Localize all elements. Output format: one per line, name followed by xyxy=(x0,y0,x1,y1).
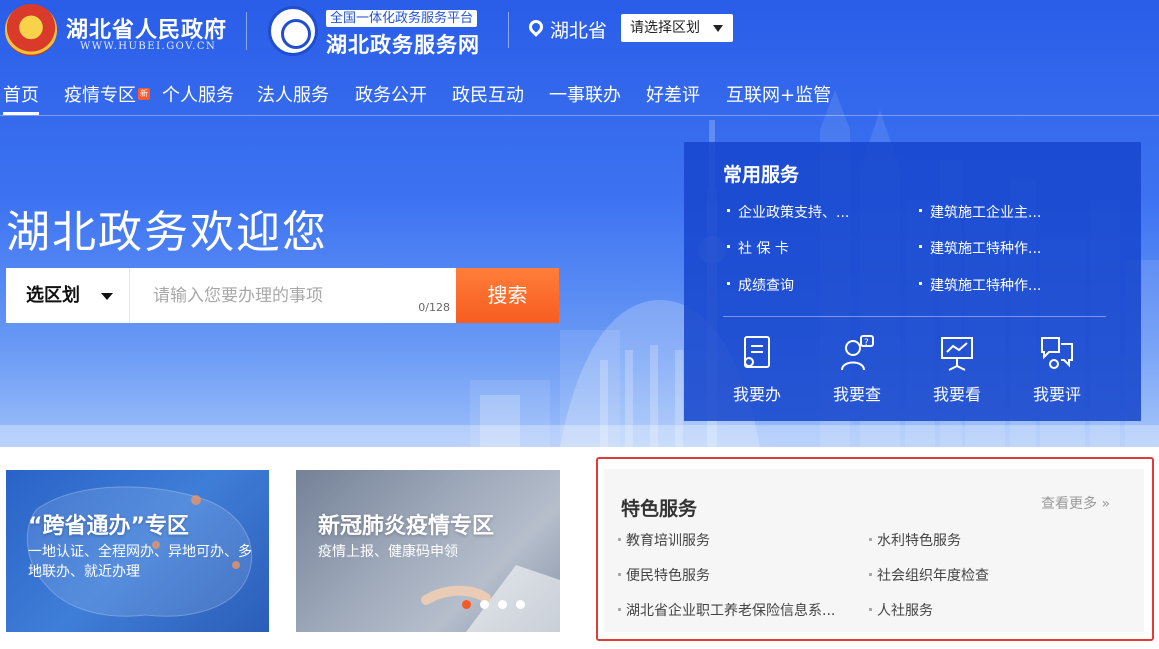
search-box: 选区划 0/128 xyxy=(6,268,456,323)
caret-down-icon xyxy=(101,293,113,300)
review-icon xyxy=(1041,337,1073,369)
common-services-panel: 常用服务 企业政策支持、... 建筑施工企业主... 社 保 卡 建筑施工特种作… xyxy=(684,142,1141,421)
nav-item-epidemic[interactable]: 疫情专区 xyxy=(64,81,136,107)
handle-icon xyxy=(744,336,770,368)
inquiry-icon: ? xyxy=(841,335,874,371)
platform-subtitle: 全国一体化政务服务平台 xyxy=(326,10,478,27)
cross-province-card[interactable]: “跨省通办”专区 一地认证、全程网办、异地可办、多地联办、就近办理 xyxy=(6,470,269,632)
action-handle-button[interactable]: 我要办 xyxy=(722,334,792,404)
featured-service-link[interactable]: 教育培训服务 xyxy=(618,530,710,550)
search-button[interactable]: 搜索 xyxy=(456,268,559,323)
common-service-link[interactable]: 建筑施工特种作... xyxy=(918,275,1041,295)
common-service-link[interactable]: 建筑施工特种作... xyxy=(918,238,1041,258)
featured-service-link[interactable]: 便民特色服务 xyxy=(618,565,710,585)
search-region-select[interactable]: 选区划 xyxy=(6,268,130,323)
action-review-button[interactable]: 我要评 xyxy=(1022,334,1092,404)
featured-service-link[interactable]: 人社服务 xyxy=(869,600,933,620)
search-char-count: 0/128 xyxy=(418,301,450,314)
new-badge: 新 xyxy=(138,88,150,100)
search-region-label: 选区划 xyxy=(26,285,80,306)
gov-url: WWW.HUBEI.GOV.CN xyxy=(80,41,217,52)
action-view-label: 我要看 xyxy=(932,385,981,404)
carousel-dot[interactable] xyxy=(516,600,525,609)
action-review-label: 我要评 xyxy=(1032,385,1081,404)
header-divider xyxy=(246,12,247,50)
common-service-link[interactable]: 成绩查询 xyxy=(727,275,794,295)
action-view-button[interactable]: 我要看 xyxy=(922,334,992,404)
national-emblem-icon xyxy=(5,4,57,56)
view-more-link[interactable]: 查看更多 » xyxy=(1041,493,1110,513)
action-handle-label: 我要办 xyxy=(732,385,781,404)
action-inquiry-button[interactable]: ? 我要查 xyxy=(822,334,892,404)
site-header: 湖北省人民政府 WWW.HUBEI.GOV.CN 全国一体化政务服务平台 湖北政… xyxy=(0,0,1159,59)
nav-item-home[interactable]: 首页 xyxy=(3,81,39,115)
presentation-icon xyxy=(941,337,973,371)
common-service-link[interactable]: 企业政策支持、... xyxy=(726,202,849,222)
cross-province-desc: 一地认证、全程网办、异地可办、多地联办、就近办理 xyxy=(28,544,252,580)
main-nav: 首页 疫情专区 新 个人服务 法人服务 政务公开 政民互动 一事联办 好差评 互… xyxy=(0,78,1159,116)
nav-item-rating[interactable]: 好差评 xyxy=(646,81,700,107)
covid-title: 新冠肺炎疫情专区 xyxy=(318,514,495,539)
featured-services-panel: 特色服务 查看更多 » 教育培训服务 水利特色服务 便民特色服务 社会组织年度检… xyxy=(604,469,1144,632)
carousel-dot[interactable] xyxy=(498,600,507,609)
nav-item-one-thing[interactable]: 一事联办 xyxy=(549,81,621,107)
nav-item-interaction[interactable]: 政民互动 xyxy=(452,81,524,107)
region-select[interactable]: 请选择区划 xyxy=(621,14,733,42)
welcome-title: 湖北政务欢迎您 xyxy=(6,207,328,258)
platform-logo-icon xyxy=(268,6,318,56)
featured-service-link[interactable]: 湖北省企业职工养老保险信息系... xyxy=(617,600,835,620)
carousel-dot[interactable] xyxy=(480,600,489,609)
featured-services-section: 特色服务 查看更多 » 教育培训服务 水利特色服务 便民特色服务 社会组织年度检… xyxy=(596,457,1154,641)
common-service-link[interactable]: 建筑施工企业主... xyxy=(918,202,1041,222)
nav-divider xyxy=(0,115,1159,116)
action-inquiry-label: 我要查 xyxy=(832,385,881,404)
featured-service-link[interactable]: 社会组织年度检查 xyxy=(869,565,989,585)
covid-desc: 疫情上报、健康码申领 xyxy=(318,544,458,560)
carousel-dot[interactable] xyxy=(462,600,471,609)
nav-item-personal[interactable]: 个人服务 xyxy=(162,81,234,107)
nav-item-open-gov[interactable]: 政务公开 xyxy=(355,81,427,107)
featured-service-link[interactable]: 水利特色服务 xyxy=(869,530,961,550)
search-input[interactable] xyxy=(131,268,456,323)
common-service-link[interactable]: 社 保 卡 xyxy=(727,238,789,258)
nav-item-corporate[interactable]: 法人服务 xyxy=(257,81,329,107)
nav-item-supervision[interactable]: 互联网+监管 xyxy=(726,81,831,107)
cross-province-title: “跨省通办”专区 xyxy=(28,514,189,539)
common-services-title: 常用服务 xyxy=(723,164,800,186)
region-select-label: 请选择区划 xyxy=(630,20,700,36)
svg-text:?: ? xyxy=(864,338,869,348)
featured-services-title: 特色服务 xyxy=(621,498,698,520)
panel-divider xyxy=(723,316,1106,317)
platform-name[interactable]: 湖北政务服务网 xyxy=(326,29,480,59)
header-divider xyxy=(508,12,509,48)
caret-down-icon xyxy=(713,25,723,32)
current-location: 湖北省 xyxy=(550,20,608,42)
location-pin-icon xyxy=(526,17,546,37)
gov-name[interactable]: 湖北省人民政府 xyxy=(66,12,227,44)
